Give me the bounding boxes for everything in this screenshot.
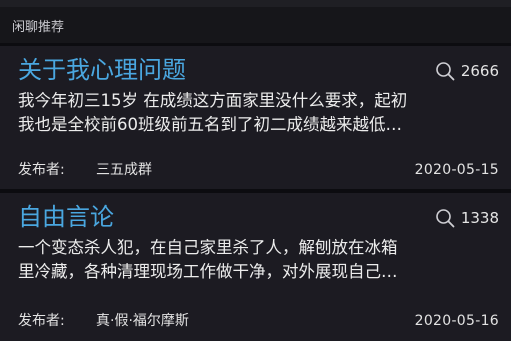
excerpt-line: 我今年初三15岁 在成绩这方面家里没什么要求，起初 [18,91,408,110]
post-meta: 发布者: 真·假·福尔摩斯 2020-05-16 [18,312,499,330]
section-header: 闲聊推荐 [0,7,511,43]
publisher-label: 发布者: [18,313,65,329]
post-excerpt[interactable]: 一个变态杀人犯，在自己家里杀了人，解刨放在冰箱 里冷藏，各种清理现场工作做干净，… [18,236,500,284]
search-icon [435,208,455,228]
excerpt-line: 一个变态杀人犯，在自己家里杀了人，解刨放在冰箱 [18,238,398,257]
author-name[interactable]: 真·假·福尔摩斯 [96,312,415,330]
post-date: 2020-05-16 [414,313,499,329]
post-title[interactable]: 关于我心理问题 [18,54,186,86]
excerpt-line: 我也是全校前60班级前五名到了初二成绩越来越低… [18,115,402,134]
section-title: 闲聊推荐 [12,20,65,35]
view-count: 2666 [435,60,499,82]
top-strip [0,0,511,7]
view-count-value: 2666 [460,62,499,80]
publisher-label: 发布者: [18,162,65,178]
view-count-value: 1338 [460,209,499,227]
post-excerpt[interactable]: 我今年初三15岁 在成绩这方面家里没什么要求，起初 我也是全校前60班级前五名到… [18,89,500,137]
author-name[interactable]: 三五成群 [96,161,415,179]
search-icon [435,61,455,81]
post-date: 2020-05-15 [414,162,499,178]
excerpt-line: 里冷藏，各种清理现场工作做干净，对外展现自己… [18,262,398,281]
view-count: 1338 [435,207,499,229]
post-card[interactable]: 自由言论 1338 一个变态杀人犯，在自己家里杀了人，解刨放在冰箱 里冷藏，各种… [0,193,511,341]
post-meta: 发布者: 三五成群 2020-05-15 [18,161,499,179]
post-card[interactable]: 关于我心理问题 2666 我今年初三15岁 在成绩这方面家里没什么要求，起初 我… [0,46,511,189]
post-title[interactable]: 自由言论 [18,201,114,233]
